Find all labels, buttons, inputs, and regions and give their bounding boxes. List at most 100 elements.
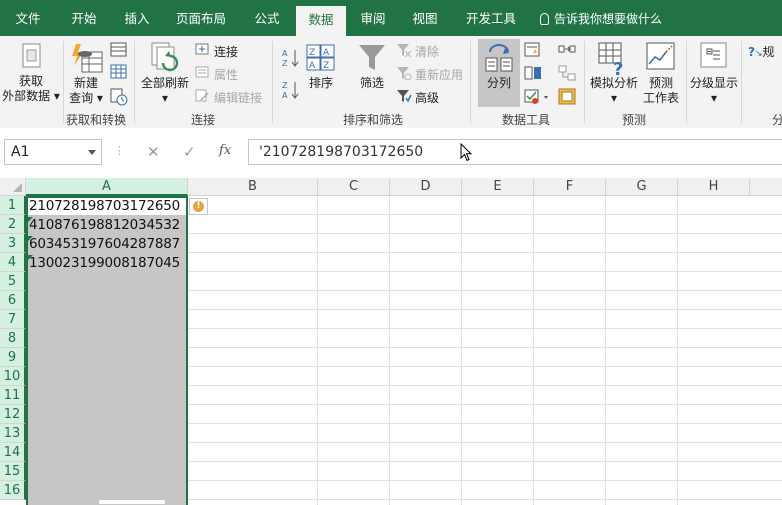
column-header-c[interactable]: C [318,178,390,196]
recent-sources-icon[interactable] [110,88,128,106]
tab-developer[interactable]: 开发工具 [458,0,524,36]
new-query-button[interactable]: 新建 查询 ▾ [66,76,106,106]
column-header-b[interactable]: B [188,178,318,196]
horizontal-scroll-thumb[interactable] [98,499,166,505]
sort-button[interactable]: 排序 [304,76,338,91]
cell-a1[interactable]: 210728198703172650 [29,196,180,215]
reapply-icon [397,67,412,80]
group-label-sort-filter: 排序和筛选 [343,113,404,127]
row-header[interactable]: 2 [0,215,26,234]
svg-text:Z: Z [282,81,288,90]
insert-function-icon[interactable]: fx [219,143,231,158]
tell-me-text: 告诉我你想要做什么 [554,12,663,26]
column-header-f[interactable]: F [534,178,606,196]
solver-label: 规 [762,45,775,59]
forecast-sheet-button[interactable]: 预测 工作表 [640,76,682,106]
row-header[interactable]: 11 [0,386,26,405]
tab-view[interactable]: 视图 [402,0,448,36]
svg-text:A: A [309,61,316,71]
edit-links-button[interactable]: 编辑链接 [214,89,262,106]
properties-button[interactable]: 属性 [214,66,238,83]
tab-home[interactable]: 开始 [60,0,108,36]
svg-text:Z: Z [323,61,329,71]
outline-button[interactable]: 分级显示 ▾ [688,76,740,106]
row-header[interactable]: 8 [0,329,26,348]
external-data-icon [22,43,41,68]
tab-data[interactable]: 数据 [296,6,346,36]
cell-a2[interactable]: 410876198812034532 [29,215,180,234]
name-box-dropdown-icon[interactable] [88,150,96,155]
tab-formulas[interactable]: 公式 [244,0,290,36]
error-indicator-icon [28,255,33,260]
group-label-analysis: 分 [772,113,782,127]
row-header[interactable]: 6 [0,291,26,310]
sort-descending-icon[interactable]: ZA [282,80,300,100]
connections-icon [195,43,209,55]
show-queries-icon[interactable] [110,42,128,58]
column-header-i-partial[interactable] [750,178,782,196]
row-header[interactable]: 9 [0,348,26,367]
column-header-a[interactable]: A [26,178,188,196]
formula-input[interactable]: '210728198703172650 [248,139,782,165]
clear-button[interactable]: 清除 [415,43,439,60]
reapply-button[interactable]: 重新应用 [415,66,463,83]
consolidate-icon[interactable] [558,42,576,58]
remove-duplicates-icon[interactable] [524,65,542,81]
row-header[interactable]: 10 [0,367,26,386]
tab-file[interactable]: 文件 [6,0,50,36]
cancel-entry-icon[interactable]: ✕ [147,143,160,161]
data-model-icon[interactable] [558,88,576,106]
row-header[interactable]: 5 [0,272,26,291]
refresh-all-button[interactable]: 全部刷新 ▾ [138,76,192,106]
connections-button[interactable]: 连接 [214,43,238,60]
row-header[interactable]: 1 [0,196,26,215]
get-external-label-1: 获取 [18,74,43,88]
tab-review[interactable]: 审阅 [350,0,396,36]
separator [63,41,64,123]
row-header[interactable]: 7 [0,310,26,329]
name-box-value: A1 [11,144,30,160]
group-label-get-transform: 获取和转换 [66,113,127,127]
filter-icon [359,45,385,70]
advanced-button[interactable]: 高级 [415,89,439,106]
ribbon-data: 获取 外部数据 ▾ 新建 查询 ▾ 获取和转换 全部刷新 ▾ 连接 属性 编辑链… [0,36,782,129]
formula-bar-grip-icon: ⋮ [114,144,125,157]
outline-icon [700,42,727,68]
edit-links-icon [195,89,209,102]
column-header-e[interactable]: E [462,178,534,196]
tab-page-layout[interactable]: 页面布局 [168,0,234,36]
row-header[interactable]: 12 [0,405,26,424]
solver-button[interactable]: ?↘规 [748,43,775,60]
what-if-analysis-button[interactable]: 模拟分析 ▾ [586,76,642,106]
confirm-entry-icon[interactable]: ✓ [183,143,196,161]
flash-fill-icon[interactable] [524,42,542,58]
name-box[interactable]: A1 [4,139,102,165]
from-table-icon[interactable] [110,64,128,80]
row-header[interactable]: 13 [0,424,26,443]
tab-insert[interactable]: 插入 [114,0,160,36]
error-check-button[interactable]: ! [189,198,208,215]
column-header-d[interactable]: D [390,178,462,196]
relationships-icon[interactable] [558,65,576,81]
cell-a4[interactable]: 130023199008187045 [29,253,180,272]
column-header-h[interactable]: H [678,178,750,196]
row-header[interactable]: 16 [0,481,26,500]
row-header[interactable]: 3 [0,234,26,253]
filter-button[interactable]: 筛选 [354,76,390,91]
tell-me-box[interactable]: 告诉我你想要做什么 [540,0,662,36]
get-external-label-2: 外部数据 [2,89,51,103]
data-validation-icon[interactable] [524,88,550,106]
sort-ascending-icon[interactable]: AZ [282,48,300,68]
row-header[interactable]: 4 [0,253,26,272]
select-all-corner[interactable] [0,178,26,196]
separator [272,41,273,123]
row-header[interactable]: 15 [0,462,26,481]
solver-arrow: ↘ [754,49,763,59]
column-header-g[interactable]: G [606,178,678,196]
text-to-columns-button[interactable]: 分列 [478,76,520,91]
cell-a3[interactable]: 603453197604287887 [29,234,180,253]
separator [686,41,687,123]
get-external-data-button[interactable]: 获取 外部数据 ▾ [0,74,62,104]
row-header[interactable]: 14 [0,443,26,462]
separator [584,41,585,123]
